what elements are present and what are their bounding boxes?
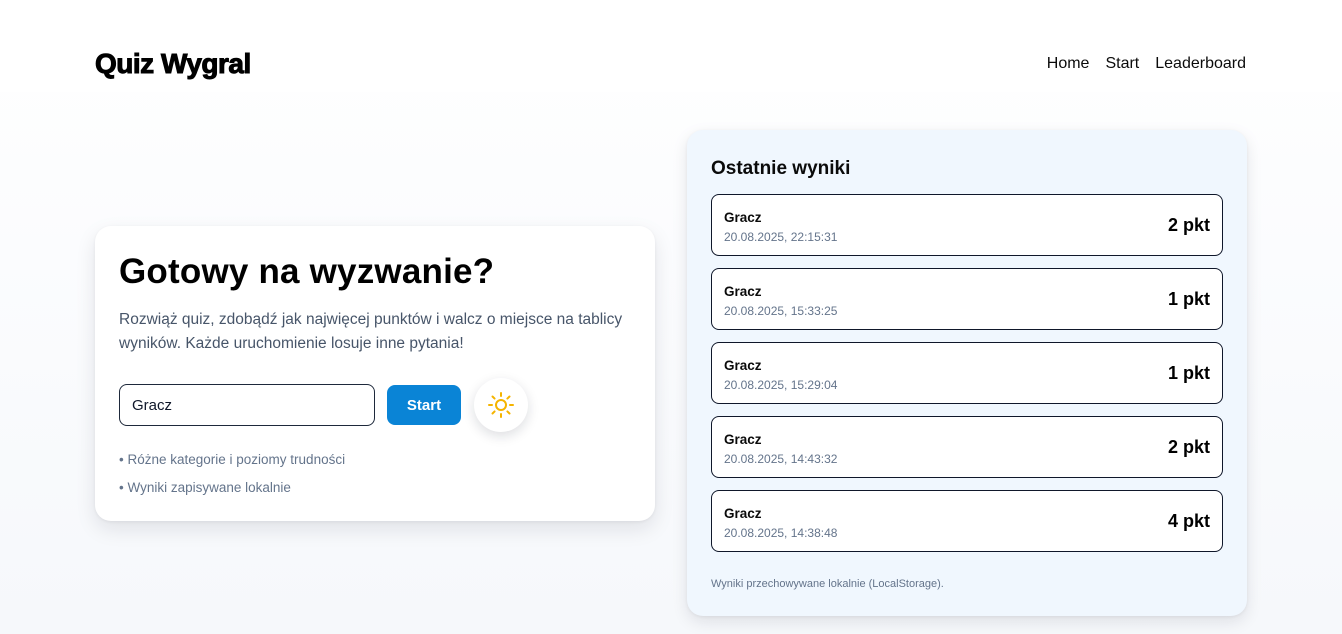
result-score: 2 pkt	[1167, 215, 1210, 235]
brand-logo[interactable]: Quiz Wygral	[95, 48, 252, 80]
hero-card: Gotowy na wyzwanie? Rozwiąż quiz, zdobąd…	[95, 226, 655, 521]
result-score: 1 pkt	[1167, 363, 1210, 383]
result-date: 20.08.2025, 15:33:25	[724, 304, 838, 318]
result-player-name: Gracz	[724, 432, 762, 447]
result-date: 20.08.2025, 15:29:04	[724, 378, 838, 392]
result-date: 20.08.2025, 22:15:31	[724, 230, 838, 244]
storage-note: Wyniki przechowywane lokalnie (LocalStor…	[711, 578, 944, 590]
feature-list: • Różne kategorie i poziomy trudności • …	[119, 451, 345, 507]
theme-toggle-button[interactable]	[474, 378, 528, 432]
result-score: 4 pkt	[1167, 511, 1210, 531]
result-player-name: Gracz	[724, 358, 762, 373]
player-name-input[interactable]	[119, 384, 375, 426]
nav-home-link[interactable]: Home	[1047, 55, 1090, 73]
site-header: Quiz Wygral Home Start Leaderboard	[0, 0, 1342, 92]
result-item: Gracz 20.08.2025, 14:38:48 4 pkt	[711, 490, 1223, 552]
result-item: Gracz 20.08.2025, 15:29:04 1 pkt	[711, 342, 1223, 404]
hero-description: Rozwiąż quiz, zdobądź jak najwięcej punk…	[119, 311, 623, 352]
result-player-name: Gracz	[724, 506, 762, 521]
recent-results-panel: Ostatnie wyniki Gracz 20.08.2025, 22:15:…	[687, 130, 1247, 616]
result-item: Gracz 20.08.2025, 15:33:25 1 pkt	[711, 268, 1223, 330]
result-player-name: Gracz	[724, 284, 762, 299]
feature-item: • Różne kategorie i poziomy trudności	[119, 452, 346, 467]
sun-icon	[488, 392, 514, 418]
result-player-name: Gracz	[724, 210, 762, 225]
result-item: Gracz 20.08.2025, 22:15:31 2 pkt	[711, 194, 1223, 256]
panel-title: Ostatnie wyniki	[711, 158, 851, 179]
nav-start-link[interactable]: Start	[1105, 55, 1139, 73]
feature-item: • Wyniki zapisywane lokalnie	[119, 480, 291, 495]
result-date: 20.08.2025, 14:43:32	[724, 452, 838, 466]
hero-title: Gotowy na wyzwanie?	[119, 252, 495, 291]
nav-leaderboard-link[interactable]: Leaderboard	[1155, 55, 1246, 73]
result-score: 1 pkt	[1167, 289, 1210, 309]
results-list: Gracz 20.08.2025, 22:15:31 2 pkt Gracz 2…	[711, 194, 1223, 564]
main-nav: Home Start Leaderboard	[1047, 55, 1246, 73]
result-date: 20.08.2025, 14:38:48	[724, 526, 838, 540]
result-item: Gracz 20.08.2025, 14:43:32 2 pkt	[711, 416, 1223, 478]
start-button[interactable]: Start	[387, 385, 461, 425]
result-score: 2 pkt	[1167, 437, 1210, 457]
